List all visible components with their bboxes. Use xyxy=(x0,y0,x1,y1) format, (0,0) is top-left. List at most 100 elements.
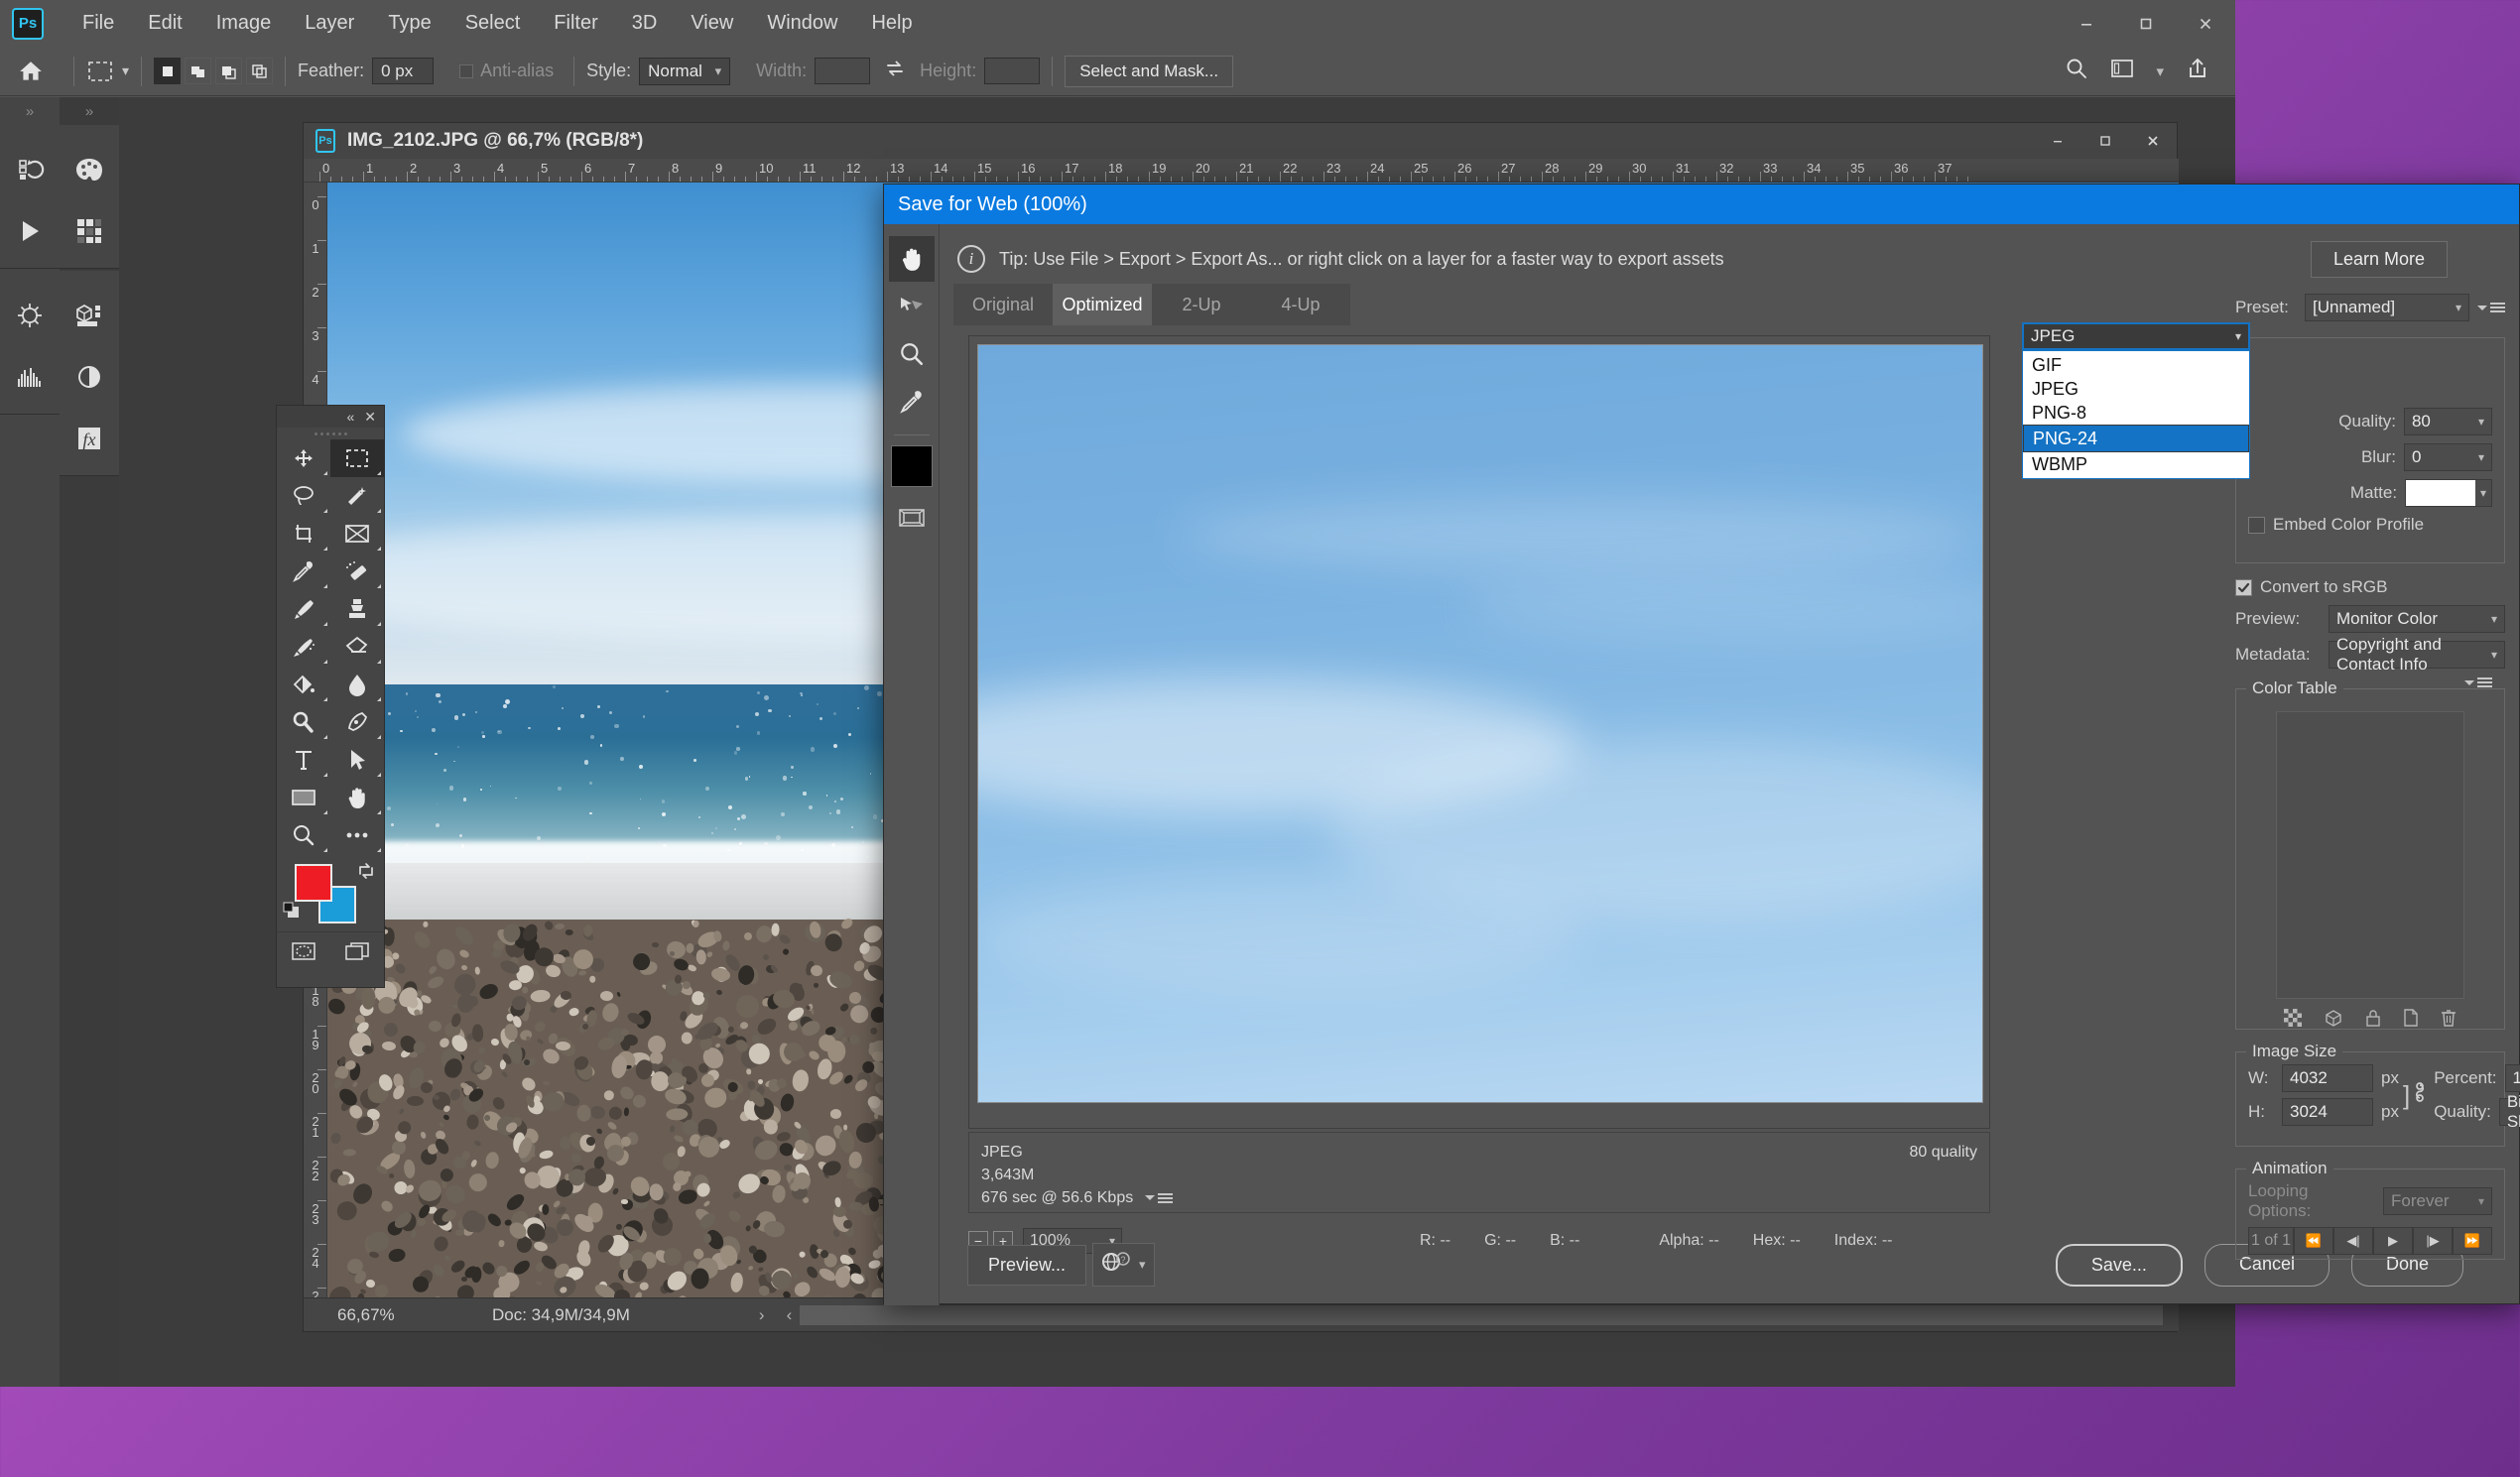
spot-healing-brush-tool[interactable] xyxy=(330,553,384,590)
share-icon[interactable] xyxy=(2186,57,2209,86)
matte-color-swatch[interactable] xyxy=(2406,480,2475,506)
dodge-tool[interactable] xyxy=(277,703,330,741)
menu-view[interactable]: View xyxy=(674,0,750,47)
crop-tool[interactable] xyxy=(277,515,330,553)
next-frame-icon[interactable]: |▶ xyxy=(2413,1227,2453,1255)
play-icon[interactable]: ▶ xyxy=(2373,1227,2413,1255)
quick-mask-icon[interactable] xyxy=(277,932,330,970)
dock-a-expand-icon[interactable]: » xyxy=(0,97,60,125)
eyedropper-tool[interactable] xyxy=(277,553,330,590)
preset-flyout-menu-icon[interactable] xyxy=(2477,303,2505,312)
menu-filter[interactable]: Filter xyxy=(537,0,614,47)
brush-tool[interactable] xyxy=(277,590,330,628)
move-tool[interactable] xyxy=(277,439,330,477)
convert-to-srgb-checkbox[interactable] xyxy=(2235,579,2252,596)
status-collapse-arrow[interactable]: ‹ xyxy=(787,1305,793,1325)
menu-select[interactable]: Select xyxy=(448,0,538,47)
zoom-tool[interactable] xyxy=(889,331,935,377)
feather-input[interactable]: 0 px xyxy=(372,58,434,84)
search-icon[interactable] xyxy=(2065,57,2088,86)
gradient-tool[interactable] xyxy=(277,666,330,703)
new-color-icon[interactable] xyxy=(2403,1009,2419,1033)
tab-4up[interactable]: 4-Up xyxy=(1251,284,1350,325)
document-close-button[interactable] xyxy=(2129,123,2177,159)
status-expand-arrow[interactable]: › xyxy=(759,1305,765,1325)
select-and-mask-button[interactable]: Select and Mask... xyxy=(1065,56,1233,87)
swap-colors-icon[interactable] xyxy=(356,862,376,886)
screen-mode-icon[interactable] xyxy=(330,932,384,970)
maximize-button[interactable] xyxy=(2116,0,2176,47)
menu-3d[interactable]: 3D xyxy=(615,0,675,47)
preset-select[interactable]: [Unnamed] ▾ xyxy=(2305,294,2469,321)
menu-image[interactable]: Image xyxy=(199,0,289,47)
menu-edit[interactable]: Edit xyxy=(131,0,198,47)
preview-button[interactable]: Preview... xyxy=(967,1245,1086,1286)
foreground-color-swatch[interactable] xyxy=(295,864,332,902)
lock-icon[interactable] xyxy=(2365,1009,2381,1033)
new-selection-button[interactable] xyxy=(154,58,181,84)
document-scrollbar-horizontal[interactable] xyxy=(800,1305,2163,1325)
menu-window[interactable]: Window xyxy=(750,0,854,47)
format-option-jpeg[interactable]: JPEG xyxy=(2023,377,2249,401)
workspace-icon[interactable] xyxy=(2110,58,2134,85)
learn-more-button[interactable]: Learn More xyxy=(2311,241,2448,278)
home-icon[interactable] xyxy=(0,59,62,84)
chain-link-icon[interactable] xyxy=(2412,1080,2428,1110)
layer-styles-fx-icon[interactable]: fx xyxy=(60,408,119,469)
intersect-with-selection-button[interactable] xyxy=(246,58,273,84)
adjustment-layer-icon[interactable] xyxy=(60,346,119,408)
preview-color-select[interactable]: Monitor Color ▾ xyxy=(2329,605,2505,633)
active-tool-preset[interactable]: ▾ xyxy=(86,59,129,84)
3d-properties-icon[interactable] xyxy=(60,285,119,346)
file-format-combo[interactable]: JPEG ▾ xyxy=(2022,322,2250,350)
actions-play-icon[interactable] xyxy=(0,200,60,262)
menu-help[interactable]: Help xyxy=(854,0,929,47)
edit-toolbar-tool[interactable] xyxy=(330,816,384,854)
hand-tool[interactable] xyxy=(889,236,935,282)
menu-layer[interactable]: Layer xyxy=(288,0,371,47)
height-input[interactable] xyxy=(984,58,1040,84)
web-shift-icon[interactable] xyxy=(2324,1009,2343,1033)
width-input[interactable] xyxy=(815,58,870,84)
color-table-flyout-menu-icon[interactable] xyxy=(2460,677,2496,687)
histogram-icon[interactable] xyxy=(0,346,60,408)
close-panel-icon[interactable]: ✕ xyxy=(364,409,376,426)
tab-optimized[interactable]: Optimized xyxy=(1053,284,1152,325)
optimized-preview-image[interactable] xyxy=(977,344,1983,1103)
metadata-select[interactable]: Copyright and Contact Info ▾ xyxy=(2329,641,2505,669)
image-width-input[interactable]: 4032 xyxy=(2282,1064,2373,1092)
rectangular-marquee-tool[interactable] xyxy=(330,439,384,477)
looping-options-select[interactable]: Forever ▾ xyxy=(2383,1187,2492,1215)
eraser-tool[interactable] xyxy=(330,628,384,666)
default-colors-icon[interactable] xyxy=(283,902,301,925)
previous-frame-icon[interactable]: ◀| xyxy=(2333,1227,2373,1255)
last-frame-icon[interactable]: ⏩ xyxy=(2453,1227,2492,1255)
format-option-png8[interactable]: PNG-8 xyxy=(2023,401,2249,425)
pen-tool[interactable] xyxy=(330,703,384,741)
toggle-slices-visibility-icon[interactable] xyxy=(889,495,935,541)
history-brush-tool[interactable] xyxy=(277,628,330,666)
blur-tool[interactable] xyxy=(330,666,384,703)
delete-icon[interactable] xyxy=(2441,1009,2457,1033)
lasso-tool[interactable] xyxy=(277,477,330,515)
collapse-panel-icon[interactable]: « xyxy=(346,409,354,425)
type-tool[interactable] xyxy=(277,741,330,779)
matte-select[interactable]: ▾ xyxy=(2405,479,2492,507)
format-option-wbmp[interactable]: WBMP xyxy=(2023,452,2249,476)
path-selection-tool[interactable] xyxy=(330,741,384,779)
horizontal-ruler[interactable]: 0 1 2 3 4 5 6 7 8 9 10 11 12 13 14 15 16 17 18 19 20 21 22 23 24… xyxy=(304,159,2179,183)
document-minimize-button[interactable] xyxy=(2034,123,2081,159)
transparency-icon[interactable] xyxy=(2284,1009,2302,1033)
subtract-from-selection-button[interactable] xyxy=(215,58,242,84)
quick-selection-tool[interactable] xyxy=(330,477,384,515)
color-grid-icon[interactable] xyxy=(60,200,119,262)
style-select[interactable]: Normal ▾ xyxy=(639,58,730,85)
menu-type[interactable]: Type xyxy=(371,0,447,47)
clone-stamp-tool[interactable] xyxy=(330,590,384,628)
swap-dimensions-icon[interactable] xyxy=(884,59,906,84)
dock-b-expand-icon[interactable]: » xyxy=(60,97,119,125)
adjustments-icon[interactable] xyxy=(0,285,60,346)
tab-2up[interactable]: 2-Up xyxy=(1152,284,1251,325)
document-zoom-level[interactable]: 66,67% xyxy=(304,1305,413,1325)
resample-quality-select[interactable]: Bicubic Sharper ▾ xyxy=(2499,1098,2520,1126)
